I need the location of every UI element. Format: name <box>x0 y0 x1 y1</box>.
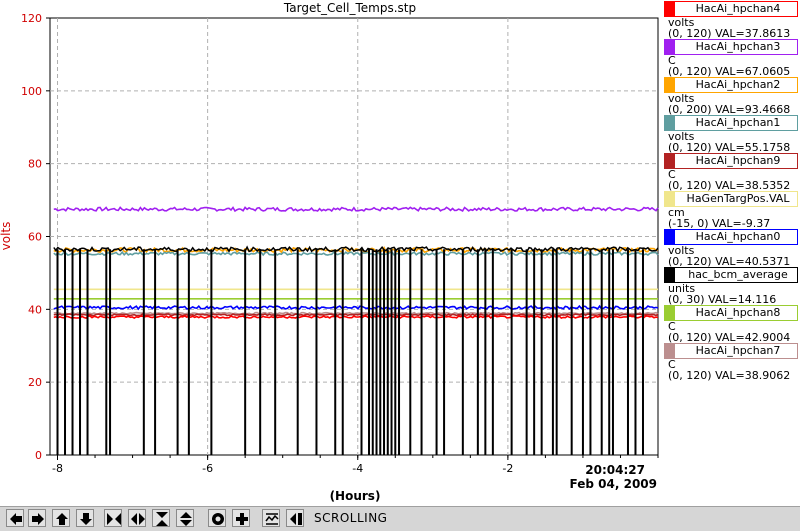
legend-entry[interactable]: HacAi_hpchan8 C (0, 120) VAL=42.9004 <box>662 305 800 344</box>
zoom-out-vertical-button[interactable] <box>176 509 194 527</box>
zoom-out-vertical-icon <box>180 512 192 526</box>
legend-entry[interactable]: HacAi_hpchan3 C (0, 120) VAL=67.0605 <box>662 39 800 78</box>
zoom-out-horizontal-button[interactable] <box>128 509 146 527</box>
legend-label[interactable]: HacAi_hpchan8 <box>664 305 798 321</box>
grid <box>49 17 659 456</box>
legend-swatch <box>665 306 675 320</box>
legend-entry[interactable]: HacAi_hpchan1 volts (0, 120) VAL=55.1758 <box>662 115 800 154</box>
add-button[interactable] <box>232 509 250 527</box>
zoom-in-vertical-icon <box>156 512 168 526</box>
arrow-down-icon <box>80 513 92 525</box>
legend-entry[interactable]: HacAi_hpchan4 volts (0, 120) VAL=37.8613 <box>662 1 800 40</box>
add-icon <box>236 513 248 525</box>
legend-name: HacAi_hpchan3 <box>695 40 781 53</box>
y-tick-label: 60 <box>28 231 42 244</box>
autoscale-icon <box>212 513 224 525</box>
legend-label[interactable]: HacAi_hpchan4 <box>664 1 798 17</box>
legend-label[interactable]: HacAi_hpchan2 <box>664 77 798 93</box>
legend-swatch <box>665 154 675 168</box>
arrow-right-button[interactable] <box>28 509 46 527</box>
autoscale-button[interactable] <box>208 509 226 527</box>
legend-name: HacAi_hpchan9 <box>695 154 781 167</box>
legend-swatch <box>665 192 675 206</box>
y-tick-label: 20 <box>28 376 42 389</box>
legend-swatch <box>665 40 675 54</box>
arrow-down-button[interactable] <box>76 509 94 527</box>
arrow-up-button[interactable] <box>52 509 70 527</box>
legend-entry[interactable]: HacAi_hpchan2 volts (0, 200) VAL=93.4668 <box>662 77 800 116</box>
y-tick-label: 120 <box>21 12 42 25</box>
jump-to-end-button[interactable] <box>286 509 304 527</box>
legend-label[interactable]: HacAi_hpchan7 <box>664 343 798 359</box>
scroll-mode-icon <box>265 513 279 525</box>
legend-swatch <box>665 268 675 282</box>
end-date-label: Feb 04, 2009 <box>570 477 657 491</box>
jump-to-end-icon <box>290 513 302 525</box>
chart-title: Target_Cell_Temps.stp <box>283 1 416 15</box>
strip-chart[interactable]: Target_Cell_Temps.stp volts (Hours) 20:0… <box>0 0 660 505</box>
legend-name: HacAi_hpchan4 <box>695 2 781 15</box>
legend-entry[interactable]: HacAi_hpchan9 C (0, 120) VAL=38.5352 <box>662 153 800 192</box>
legend-swatch <box>665 2 675 16</box>
legend-entry[interactable]: hac_bcm_average units (0, 30) VAL=14.116 <box>662 267 800 306</box>
legend-swatch <box>665 116 675 130</box>
legend-label[interactable]: HaGenTargPos.VAL <box>664 191 798 207</box>
legend-entry[interactable]: HacAi_hpchan0 volts (0, 120) VAL=40.5371 <box>662 229 800 268</box>
x-tick-label: -6 <box>202 462 213 475</box>
legend-entry[interactable]: HaGenTargPos.VAL cm (-15, 0) VAL=-9.37 <box>662 191 800 230</box>
legend-name: hac_bcm_average <box>688 268 788 281</box>
legend-name: HacAi_hpchan0 <box>695 230 781 243</box>
y-tick-label: 0 <box>35 449 42 462</box>
legend-label[interactable]: HacAi_hpchan3 <box>664 39 798 55</box>
arrow-left-button[interactable] <box>6 509 24 527</box>
end-time-label: 20:04:27 <box>585 463 645 477</box>
zoom-in-vertical-button[interactable] <box>152 509 170 527</box>
legend-entry[interactable]: HacAi_hpchan7 C (0, 120) VAL=38.9062 <box>662 343 800 382</box>
legend-name: HacAi_hpchan7 <box>695 344 781 357</box>
legend-swatch <box>665 78 675 92</box>
scroll-status: SCROLLING <box>314 511 388 525</box>
legend-swatch <box>665 344 675 358</box>
arrow-up-icon <box>56 513 68 525</box>
x-axis-label: (Hours) <box>330 489 381 503</box>
y-tick-label: 40 <box>28 303 42 316</box>
legend-name: HacAi_hpchan8 <box>695 306 781 319</box>
y-tick-label: 100 <box>21 85 42 98</box>
y-tick-label: 80 <box>28 158 42 171</box>
arrow-right-icon <box>32 513 44 525</box>
legend-name: HacAi_hpchan1 <box>695 116 781 129</box>
legend-label[interactable]: hac_bcm_average <box>664 267 798 283</box>
legend-panel: HacAi_hpchan4 volts (0, 120) VAL=37.8613 Ha… <box>662 0 800 505</box>
x-tick-label: -2 <box>502 462 513 475</box>
legend-name: HacAi_hpchan2 <box>695 78 781 91</box>
x-tick-label: -4 <box>352 462 363 475</box>
legend-name: HaGenTargPos.VAL <box>686 192 790 205</box>
toolbar: SCROLLING <box>0 506 800 531</box>
legend-swatch <box>665 230 675 244</box>
x-tick-label: -8 <box>52 462 63 475</box>
arrow-left-icon <box>10 513 22 525</box>
legend-range: (0, 120) VAL=38.9062 <box>668 369 791 382</box>
zoom-in-horizontal-button[interactable] <box>104 509 122 527</box>
legend-label[interactable]: HacAi_hpchan9 <box>664 153 798 169</box>
scroll-mode-button[interactable] <box>262 509 280 527</box>
legend-label[interactable]: HacAi_hpchan0 <box>664 229 798 245</box>
y-axis-label: volts <box>0 222 13 251</box>
legend-label[interactable]: HacAi_hpchan1 <box>664 115 798 131</box>
zoom-in-horizontal-icon <box>107 513 121 525</box>
zoom-out-horizontal-icon <box>131 513 145 525</box>
